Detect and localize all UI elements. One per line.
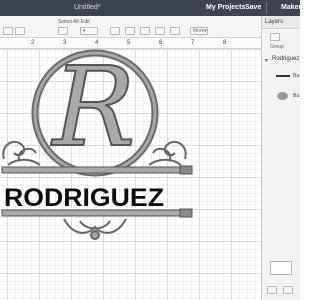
size-icon[interactable] (155, 27, 165, 35)
ruler-mark: 4 (95, 40, 99, 46)
redo-icon[interactable] (15, 27, 25, 35)
upper-bar-end (179, 165, 193, 175)
group-icon[interactable] (270, 33, 280, 41)
layer-group-name[interactable]: Rodriguez (272, 56, 311, 62)
select-all-button[interactable] (58, 27, 68, 35)
ruler-mark: 6 (159, 40, 163, 46)
layer-row[interactable]: Ba (262, 68, 301, 86)
layers-panel: Layers Group ▾ Rodriguez Ba Ba (261, 16, 300, 300)
right-scroll-ornament (148, 140, 187, 166)
horizontal-ruler: 2 3 4 5 6 7 8 (0, 38, 261, 49)
name-text[interactable]: RODRIGUEZ (4, 184, 164, 212)
ruler-mark: 2 (31, 40, 35, 46)
slice-icon[interactable] (267, 286, 277, 294)
layers-panel-title: Layers (262, 16, 300, 29)
layer-name: Ba (293, 93, 300, 99)
edit-label: Edit (81, 19, 90, 25)
top-bar: Untitled* My Projects Save Maker (0, 0, 301, 16)
weld-icon[interactable] (283, 286, 293, 294)
more-label: More (193, 28, 205, 34)
left-scroll-ornament (2, 140, 41, 166)
layer-name: Ba (293, 73, 300, 79)
monogram-layer-icon (277, 92, 288, 100)
align-icon[interactable] (110, 27, 120, 35)
ruler-mark: 8 (223, 40, 227, 46)
select-all-label: Select All (58, 19, 79, 25)
lower-bar (1, 209, 191, 217)
rotate-icon[interactable] (170, 27, 180, 35)
layer-row[interactable]: Ba (262, 88, 301, 106)
edit-dropdown[interactable]: ▾ (80, 27, 98, 35)
ruler-mark: 7 (191, 40, 195, 46)
expand-chevron-icon[interactable]: ▾ (265, 57, 268, 64)
maker-button[interactable]: Maker (281, 4, 301, 11)
arrange-icon[interactable] (125, 27, 135, 35)
canvas-color-swatch[interactable] (270, 261, 292, 275)
top-divider (266, 2, 267, 14)
monogram-design[interactable]: R RODRIGUEZ (0, 49, 261, 300)
edit-toolbar: Select All Edit ▾ More▾ (0, 16, 261, 38)
more-dropdown[interactable]: More▾ (190, 27, 208, 35)
design-canvas[interactable]: R RODRIGUEZ (0, 49, 261, 300)
document-title[interactable]: Untitled* (74, 4, 100, 11)
bottom-ornament (63, 218, 127, 240)
my-projects-link[interactable]: My Projects (206, 4, 245, 11)
flip-icon[interactable] (140, 27, 150, 35)
undo-icon[interactable] (3, 27, 13, 35)
ruler-mark: 3 (63, 40, 67, 46)
save-button[interactable]: Save (245, 4, 261, 11)
ruler-mark: 5 (127, 40, 131, 46)
lower-bar-end (179, 208, 193, 218)
monogram-letter[interactable]: R (50, 49, 137, 172)
line-layer-icon (276, 75, 290, 77)
group-label: Group (270, 44, 284, 50)
